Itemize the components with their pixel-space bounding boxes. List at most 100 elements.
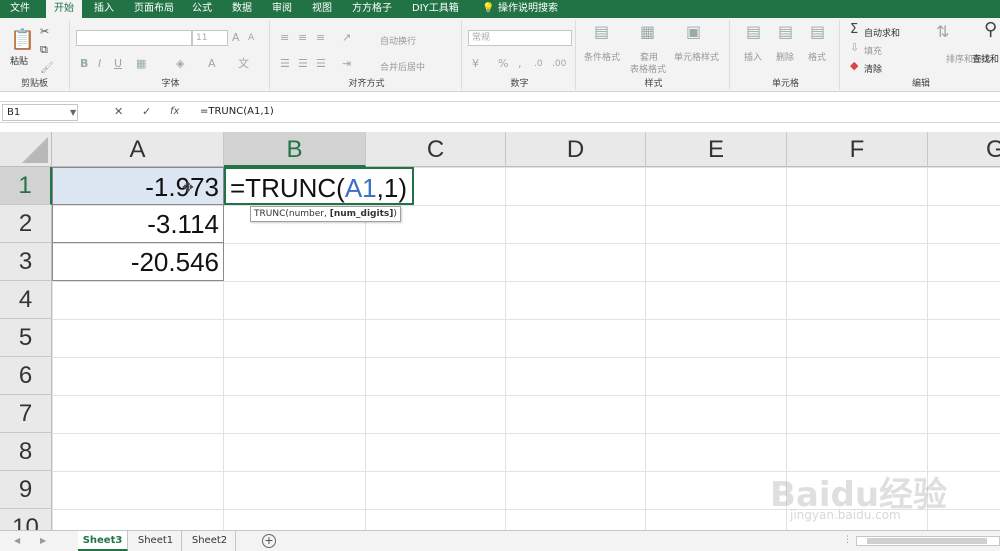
find-select-button[interactable]: 查找和 bbox=[972, 52, 999, 65]
add-sheet-button[interactable]: + bbox=[262, 534, 276, 548]
column-header-g[interactable]: G bbox=[928, 132, 1000, 167]
copy-icon[interactable]: ⧉ bbox=[40, 44, 48, 56]
row-header-1[interactable]: 1 bbox=[0, 167, 52, 205]
scroll-right-icon[interactable]: ▶ bbox=[40, 535, 46, 547]
paste-button[interactable]: 粘贴 bbox=[10, 54, 28, 67]
tab-fangfang[interactable]: 方方格子 bbox=[344, 0, 400, 18]
cell-style-icon: ▣ bbox=[686, 22, 702, 41]
tell-me-search[interactable]: 操作说明搜索 bbox=[490, 0, 566, 18]
scrollbar-thumb[interactable] bbox=[867, 538, 987, 544]
conditional-format-button[interactable]: 条件格式 bbox=[584, 50, 620, 63]
column-header-d[interactable]: D bbox=[506, 132, 646, 167]
insert-function-icon[interactable]: fx bbox=[170, 106, 179, 118]
column-header-e[interactable]: E bbox=[646, 132, 787, 167]
align-middle-icon[interactable]: ≡ bbox=[298, 32, 307, 44]
insert-cells-button[interactable]: 插入 bbox=[744, 50, 762, 63]
group-clipboard: 📋 粘贴 ✂ ⧉ 🖌 剪贴板 bbox=[0, 20, 70, 90]
tab-home[interactable]: 开始 bbox=[46, 0, 82, 18]
tab-diy-toolbox[interactable]: DIY工具箱 bbox=[404, 0, 467, 18]
fill-color-icon[interactable]: ◈ bbox=[176, 58, 184, 70]
select-all-corner[interactable] bbox=[0, 132, 52, 167]
group-font: 11 A A B I U ▦ ◈ A 文 字体 bbox=[72, 20, 270, 90]
group-label-editing: 编辑 bbox=[911, 79, 930, 89]
percent-icon[interactable]: % bbox=[498, 58, 508, 70]
border-icon[interactable]: ▦ bbox=[136, 58, 146, 70]
sheet-tab-sheet2[interactable]: Sheet2 bbox=[184, 531, 236, 551]
format-table-button-b[interactable]: 表格格式 bbox=[630, 62, 666, 75]
delete-cells-button[interactable]: 删除 bbox=[776, 50, 794, 63]
shrink-font-icon[interactable]: A bbox=[248, 32, 254, 44]
font-size-select[interactable]: 11 bbox=[192, 30, 228, 46]
row-header-2[interactable]: 2 bbox=[0, 205, 52, 243]
sheet-tab-sheet1[interactable]: Sheet1 bbox=[130, 531, 182, 551]
tab-file[interactable]: 文件 bbox=[2, 0, 38, 18]
sheet-tab-sheet3[interactable]: Sheet3 bbox=[78, 531, 128, 551]
group-styles: ▤ 条件格式 ▦ 套用 表格格式 ▣ 单元格样式 样式 bbox=[578, 20, 730, 90]
row-header-9[interactable]: 9 bbox=[0, 471, 52, 509]
wrap-text-button[interactable]: 自动换行 bbox=[380, 34, 416, 47]
row-header-4[interactable]: 4 bbox=[0, 281, 52, 319]
chevron-down-icon[interactable]: ▼ bbox=[70, 107, 76, 119]
cell-a2[interactable]: -3.114 bbox=[52, 205, 224, 243]
ribbon: 📋 粘贴 ✂ ⧉ 🖌 剪贴板 11 A A B I U ▦ ◈ A 文 字体 ≡… bbox=[0, 18, 1000, 92]
scroll-left-icon[interactable]: ◀ bbox=[14, 535, 20, 547]
tab-insert[interactable]: 插入 bbox=[86, 0, 122, 18]
group-alignment: ≡ ≡ ≡ ↗ 自动换行 ☰ ☰ ☰ ⇥ 合并后居中 对齐方式 bbox=[272, 20, 462, 90]
row-header-5[interactable]: 5 bbox=[0, 319, 52, 357]
underline-button[interactable]: U bbox=[114, 58, 122, 70]
align-center-icon[interactable]: ☰ bbox=[298, 58, 308, 70]
autosum-button[interactable]: 自动求和 bbox=[864, 26, 900, 39]
tooltip-bold-arg[interactable]: [num_digits] bbox=[330, 209, 394, 219]
row-header-6[interactable]: 6 bbox=[0, 357, 52, 395]
fill-button[interactable]: 填充 bbox=[864, 44, 882, 57]
row-header-3[interactable]: 3 bbox=[0, 243, 52, 281]
increase-decimal-icon[interactable]: .0 bbox=[534, 58, 543, 70]
tab-data[interactable]: 数据 bbox=[224, 0, 260, 18]
cell-b1[interactable]: =TRUNC(A1,1) bbox=[224, 167, 414, 205]
tab-page-layout[interactable]: 页面布局 bbox=[126, 0, 182, 18]
align-bottom-icon[interactable]: ≡ bbox=[316, 32, 325, 44]
font-name-select[interactable] bbox=[76, 30, 192, 46]
name-box[interactable]: B1 bbox=[2, 104, 78, 121]
number-format-select[interactable]: 常规 bbox=[468, 30, 572, 46]
column-header-a[interactable]: A bbox=[52, 132, 224, 167]
grow-font-icon[interactable]: A bbox=[232, 32, 240, 44]
tab-formulas[interactable]: 公式 bbox=[184, 0, 220, 18]
format-cells-button[interactable]: 格式 bbox=[808, 50, 826, 63]
phonetic-icon[interactable]: 文 bbox=[238, 58, 249, 70]
gridline-v-c bbox=[505, 167, 506, 530]
column-header-c[interactable]: C bbox=[366, 132, 506, 167]
formula-input[interactable]: =TRUNC(A1,1) bbox=[200, 102, 274, 122]
cancel-icon[interactable]: ✕ bbox=[114, 106, 123, 118]
italic-button[interactable]: I bbox=[98, 58, 101, 70]
comma-icon[interactable]: , bbox=[518, 58, 522, 70]
clear-button[interactable]: 清除 bbox=[864, 62, 882, 75]
row-header-7[interactable]: 7 bbox=[0, 395, 52, 433]
more-options-icon[interactable]: ⋮ bbox=[843, 534, 852, 546]
worksheet-grid: A B C D E F G 1 2 3 4 5 6 7 8 9 10 -1.97… bbox=[0, 132, 1000, 530]
currency-icon[interactable]: ¥ bbox=[472, 58, 479, 70]
cut-icon[interactable]: ✂ bbox=[40, 26, 49, 38]
font-color-icon[interactable]: A bbox=[208, 58, 216, 70]
tab-review[interactable]: 审阅 bbox=[264, 0, 300, 18]
horizontal-scrollbar[interactable] bbox=[856, 536, 1000, 546]
tab-view[interactable]: 视图 bbox=[304, 0, 340, 18]
indent-icon[interactable]: ⇥ bbox=[342, 58, 351, 70]
row-header-8[interactable]: 8 bbox=[0, 433, 52, 471]
cell-a3[interactable]: -20.546 bbox=[52, 243, 224, 281]
decrease-decimal-icon[interactable]: .00 bbox=[552, 58, 566, 70]
column-header-f[interactable]: F bbox=[787, 132, 928, 167]
function-tooltip: TRUNC(number, [num_digits]) bbox=[250, 206, 401, 222]
format-painter-icon[interactable]: 🖌 bbox=[40, 62, 54, 74]
align-right-icon[interactable]: ☰ bbox=[316, 58, 326, 70]
bold-button[interactable]: B bbox=[80, 58, 88, 70]
align-left-icon[interactable]: ☰ bbox=[280, 58, 290, 70]
orientation-icon[interactable]: ↗ bbox=[342, 32, 351, 44]
column-header-b[interactable]: B bbox=[224, 132, 366, 167]
cell-style-button[interactable]: 单元格样式 bbox=[674, 50, 719, 63]
enter-icon[interactable]: ✓ bbox=[142, 106, 151, 118]
row-header-10[interactable]: 10 bbox=[0, 509, 52, 530]
align-top-icon[interactable]: ≡ bbox=[280, 32, 289, 44]
merge-center-button[interactable]: 合并后居中 bbox=[380, 60, 425, 73]
cell-a1[interactable]: -1.973 bbox=[52, 167, 224, 205]
